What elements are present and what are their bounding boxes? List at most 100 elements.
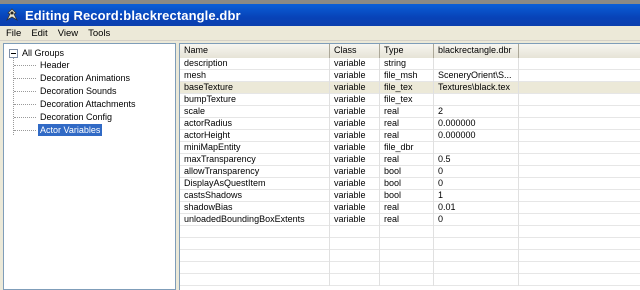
- table-row[interactable]: actorRadius variable real 0.000000: [180, 118, 640, 130]
- column-header-name[interactable]: Name: [180, 44, 330, 58]
- cell-filler: [519, 142, 640, 154]
- empty-cell: [330, 274, 380, 286]
- cell-name: DisplayAsQuestItem: [180, 178, 330, 190]
- cell-filler: [519, 58, 640, 70]
- cell-class: variable: [330, 94, 380, 106]
- empty-cell: [380, 262, 434, 274]
- empty-cell: [180, 250, 330, 262]
- cell-type: real: [380, 118, 434, 130]
- cell-class: variable: [330, 154, 380, 166]
- cell-type: real: [380, 214, 434, 226]
- table-row[interactable]: mesh variable file_msh SceneryOrient\S...: [180, 70, 640, 82]
- cell-name: miniMapEntity: [180, 142, 330, 154]
- menu-edit[interactable]: Edit: [26, 26, 52, 41]
- tree-item-actor-variables[interactable]: Actor Variables: [13, 124, 103, 136]
- empty-cell: [180, 262, 330, 274]
- cell-class: variable: [330, 214, 380, 226]
- cell-type: bool: [380, 178, 434, 190]
- empty-cell: [330, 262, 380, 274]
- tree-item-decoration-sounds[interactable]: Decoration Sounds: [14, 85, 119, 97]
- group-tree[interactable]: All Groups Header Decoration Animations …: [3, 43, 176, 290]
- menu-file[interactable]: File: [0, 26, 26, 41]
- table-row[interactable]: DisplayAsQuestItem variable bool 0: [180, 178, 640, 190]
- cell-value[interactable]: [434, 142, 519, 154]
- cell-value[interactable]: [434, 94, 519, 106]
- tree-connector-line: [13, 58, 14, 135]
- cell-name: actorRadius: [180, 118, 330, 130]
- table-row[interactable]: miniMapEntity variable file_dbr: [180, 142, 640, 154]
- cell-class: variable: [330, 166, 380, 178]
- window-title: Editing Record:blackrectangle.dbr: [25, 7, 241, 23]
- cell-filler: [519, 202, 640, 214]
- empty-cell: [180, 274, 330, 286]
- cell-filler: [519, 70, 640, 82]
- empty-cell: [180, 226, 330, 238]
- menu-view[interactable]: View: [53, 26, 83, 41]
- empty-cell: [519, 226, 640, 238]
- cell-value[interactable]: Textures\black.tex: [434, 82, 519, 94]
- cell-name: bumpTexture: [180, 94, 330, 106]
- cell-value[interactable]: 2: [434, 106, 519, 118]
- tree-item-decoration-config[interactable]: Decoration Config: [13, 111, 114, 123]
- cell-class: variable: [330, 70, 380, 82]
- cell-type: file_msh: [380, 70, 434, 82]
- table-row[interactable]: castsShadows variable bool 1: [180, 190, 640, 202]
- cell-name: unloadedBoundingBoxExtents: [180, 214, 330, 226]
- cell-filler: [519, 154, 640, 166]
- collapse-icon[interactable]: [9, 48, 18, 58]
- cell-type: bool: [380, 166, 434, 178]
- table-row[interactable]: actorHeight variable real 0.000000: [180, 130, 640, 142]
- table-row[interactable]: scale variable real 2: [180, 106, 640, 118]
- cell-name: castsShadows: [180, 190, 330, 202]
- cell-value[interactable]: [434, 58, 519, 70]
- column-header-type[interactable]: Type: [380, 44, 434, 58]
- cell-filler: [519, 166, 640, 178]
- grid-header: Name Class Type blackrectangle.dbr: [180, 44, 640, 58]
- cell-value[interactable]: SceneryOrient\S...: [434, 70, 519, 82]
- table-row[interactable]: shadowBias variable real 0.01: [180, 202, 640, 214]
- menu-bar: File Edit View Tools: [0, 26, 640, 41]
- cell-name: baseTexture: [180, 82, 330, 94]
- empty-row: [180, 250, 640, 262]
- empty-cell: [180, 238, 330, 250]
- variables-grid[interactable]: Name Class Type blackrectangle.dbr descr…: [179, 43, 640, 290]
- menu-tools[interactable]: Tools: [83, 26, 115, 41]
- cell-class: variable: [330, 130, 380, 142]
- cell-value[interactable]: 0: [434, 214, 519, 226]
- cell-value[interactable]: 0: [434, 166, 519, 178]
- cell-class: variable: [330, 202, 380, 214]
- cell-value[interactable]: 1: [434, 190, 519, 202]
- app-icon: [5, 8, 19, 22]
- cell-value[interactable]: 0: [434, 178, 519, 190]
- cell-value[interactable]: 0.000000: [434, 130, 519, 142]
- column-header-class[interactable]: Class: [330, 44, 380, 58]
- empty-cell: [434, 238, 519, 250]
- table-row[interactable]: description variable string: [180, 58, 640, 70]
- column-header-filler: [519, 44, 640, 58]
- title-bar[interactable]: Editing Record:blackrectangle.dbr: [0, 4, 640, 26]
- cell-value[interactable]: 0.5: [434, 154, 519, 166]
- cell-value[interactable]: 0.000000: [434, 118, 519, 130]
- table-row[interactable]: bumpTexture variable file_tex: [180, 94, 640, 106]
- tree-item-header[interactable]: Header: [14, 59, 72, 71]
- empty-cell: [380, 274, 434, 286]
- empty-cell: [434, 274, 519, 286]
- cell-class: variable: [330, 82, 380, 94]
- table-row[interactable]: unloadedBoundingBoxExtents variable real 0: [180, 214, 640, 226]
- cell-type: file_dbr: [380, 142, 434, 154]
- tree-root-all-groups[interactable]: All Groups: [9, 48, 64, 58]
- cell-name: maxTransparency: [180, 154, 330, 166]
- table-row[interactable]: allowTransparency variable bool 0: [180, 166, 640, 178]
- empty-cell: [380, 238, 434, 250]
- table-row[interactable]: baseTexture variable file_tex Textures\blac…: [180, 82, 640, 94]
- empty-cell: [434, 250, 519, 262]
- cell-class: variable: [330, 118, 380, 130]
- empty-row: [180, 238, 640, 250]
- table-row[interactable]: maxTransparency variable real 0.5: [180, 154, 640, 166]
- tree-item-decoration-animations[interactable]: Decoration Animations: [13, 72, 132, 84]
- tree-item-decoration-attachments[interactable]: Decoration Attachments: [14, 98, 138, 110]
- column-header-record[interactable]: blackrectangle.dbr: [434, 44, 519, 58]
- empty-cell: [330, 226, 380, 238]
- cell-value[interactable]: 0.01: [434, 202, 519, 214]
- empty-cell: [380, 226, 434, 238]
